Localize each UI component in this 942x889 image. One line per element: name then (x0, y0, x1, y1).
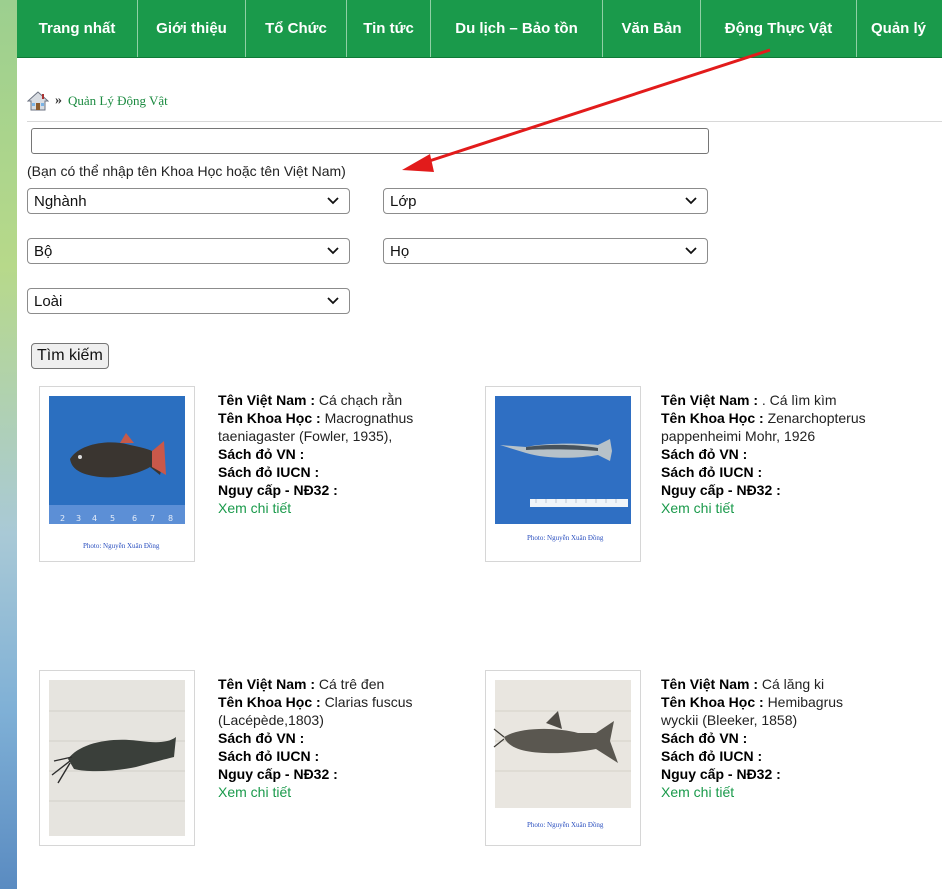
ten-viet-nam: Cá trê đen (318, 676, 385, 692)
select-ho[interactable]: Họ (383, 238, 708, 264)
breadcrumb-current[interactable]: Quản Lý Động Vật (68, 93, 168, 109)
search-button[interactable]: Tìm kiếm (31, 343, 109, 369)
ten-khoa-hoc: Zenarchopterus (767, 410, 866, 426)
label-sach-do-iucn: Sách đỏ IUCN : (661, 748, 763, 764)
svg-text:8: 8 (168, 514, 173, 523)
ten-viet-nam: Cá lăng ki (761, 676, 825, 692)
breadcrumb: » Quản Lý Động Vật (26, 89, 168, 113)
label-sach-do-vn: Sách đỏ VN : (661, 730, 748, 746)
species-thumbnail[interactable] (39, 670, 195, 846)
label-ten-khoa-hoc: Tên Khoa Học : (661, 694, 764, 710)
nav-item-to-chuc[interactable]: Tổ Chức (246, 0, 347, 57)
ten-khoa-hoc-cont: (Lacépède,1803) (218, 712, 324, 728)
svg-text:2: 2 (60, 514, 65, 523)
xem-chi-tiet-link[interactable]: Xem chi tiết (218, 499, 458, 517)
select-bo[interactable]: Bộ (27, 238, 350, 264)
fish-photo-icon (493, 680, 631, 808)
svg-text:6: 6 (132, 514, 137, 523)
ten-khoa-hoc-cont: pappenheimi Mohr, 1926 (661, 428, 816, 444)
chevron-down-icon (327, 197, 339, 205)
nav-item-trang-nhat[interactable]: Trang nhất (17, 0, 138, 57)
svg-text:7: 7 (150, 514, 155, 523)
main-nav: Trang nhất Giới thiệu Tổ Chức Tin tức Du… (17, 0, 942, 58)
label-sach-do-vn: Sách đỏ VN : (661, 446, 748, 462)
label-sach-do-iucn: Sách đỏ IUCN : (661, 464, 763, 480)
page: Trang nhất Giới thiệu Tổ Chức Tin tức Du… (17, 0, 942, 889)
photo-caption: Photo: Nguyễn Xuân Đồng (527, 534, 604, 542)
species-card-1: Tên Việt Nam : Cá chạch rằn Tên Khoa Học… (218, 391, 458, 517)
ten-khoa-hoc: Macrognathus (324, 410, 414, 426)
chevron-down-icon (685, 197, 697, 205)
species-thumbnail[interactable] (485, 670, 641, 846)
svg-text:4: 4 (92, 514, 97, 523)
chevron-down-icon (327, 297, 339, 305)
divider (27, 121, 942, 122)
chevron-down-icon (327, 247, 339, 255)
select-ho-value: Họ (390, 242, 410, 260)
ten-khoa-hoc-cont: wyckii (Bleeker, 1858) (661, 712, 798, 728)
label-nguy-cap: Nguy cấp - NĐ32 : (218, 766, 338, 782)
label-sach-do-iucn: Sách đỏ IUCN : (218, 464, 320, 480)
search-input[interactable] (31, 128, 709, 154)
nav-item-van-ban[interactable]: Văn Bản (603, 0, 701, 57)
ten-khoa-hoc: Clarias fuscus (324, 694, 413, 710)
breadcrumb-separator: » (55, 93, 62, 108)
ten-viet-nam: . Cá lìm kìm (761, 392, 837, 408)
label-sach-do-vn: Sách đỏ VN : (218, 730, 305, 746)
chevron-down-icon (685, 247, 697, 255)
label-ten-khoa-hoc: Tên Khoa Học : (661, 410, 764, 426)
ten-khoa-hoc-cont: taeniagaster (Fowler, 1935), (218, 428, 393, 444)
select-lop-value: Lớp (390, 192, 417, 210)
search-hint: (Bạn có thể nhập tên Khoa Học hoặc tên V… (27, 163, 346, 179)
species-thumbnail[interactable]: 2 3 4 5 6 7 8 (39, 386, 195, 562)
nav-item-tin-tuc[interactable]: Tin tức (347, 0, 431, 57)
select-loai[interactable]: Loài (27, 288, 350, 314)
home-icon[interactable] (26, 91, 50, 111)
label-nguy-cap: Nguy cấp - NĐ32 : (218, 482, 338, 498)
fish-photo-icon: 2 3 4 5 6 7 8 (49, 396, 185, 524)
select-nganh-value: Nghành (34, 192, 87, 210)
svg-text:5: 5 (110, 514, 115, 523)
label-nguy-cap: Nguy cấp - NĐ32 : (661, 766, 781, 782)
left-decorative-strip (0, 0, 17, 889)
photo-caption: Photo: Nguyễn Xuân Đồng (83, 542, 160, 550)
label-ten-viet-nam: Tên Việt Nam : (661, 392, 758, 408)
label-ten-viet-nam: Tên Việt Nam : (218, 676, 315, 692)
label-nguy-cap: Nguy cấp - NĐ32 : (661, 482, 781, 498)
label-ten-viet-nam: Tên Việt Nam : (218, 392, 315, 408)
select-bo-value: Bộ (34, 242, 53, 260)
label-sach-do-iucn: Sách đỏ IUCN : (218, 748, 320, 764)
label-ten-khoa-hoc: Tên Khoa Học : (218, 410, 321, 426)
svg-text:3: 3 (76, 514, 81, 523)
xem-chi-tiet-link[interactable]: Xem chi tiết (661, 499, 921, 517)
xem-chi-tiet-link[interactable]: Xem chi tiết (218, 783, 458, 801)
select-loai-value: Loài (34, 292, 63, 310)
label-ten-viet-nam: Tên Việt Nam : (661, 676, 758, 692)
label-sach-do-vn: Sách đỏ VN : (218, 446, 305, 462)
species-card-2: Tên Việt Nam : . Cá lìm kìm Tên Khoa Học… (661, 391, 921, 517)
nav-item-quan-ly[interactable]: Quản lý (857, 0, 942, 57)
label-ten-khoa-hoc: Tên Khoa Học : (218, 694, 321, 710)
nav-item-du-lich-bao-ton[interactable]: Du lịch – Bảo tồn (431, 0, 603, 57)
species-card-3: Tên Việt Nam : Cá trê đen Tên Khoa Học :… (218, 675, 458, 801)
nav-item-gioi-thieu[interactable]: Giới thiệu (138, 0, 246, 57)
select-nganh[interactable]: Nghành (27, 188, 350, 214)
nav-item-dong-thuc-vat[interactable]: Động Thực Vật (701, 0, 857, 57)
ten-khoa-hoc: Hemibagrus (767, 694, 844, 710)
species-card-4: Tên Việt Nam : Cá lăng ki Tên Khoa Học :… (661, 675, 921, 801)
photo-caption: Photo: Nguyễn Xuân Đồng (527, 821, 604, 829)
select-lop[interactable]: Lớp (383, 188, 708, 214)
fish-photo-icon (49, 680, 185, 836)
xem-chi-tiet-link[interactable]: Xem chi tiết (661, 783, 921, 801)
ten-viet-nam: Cá chạch rằn (318, 392, 403, 408)
